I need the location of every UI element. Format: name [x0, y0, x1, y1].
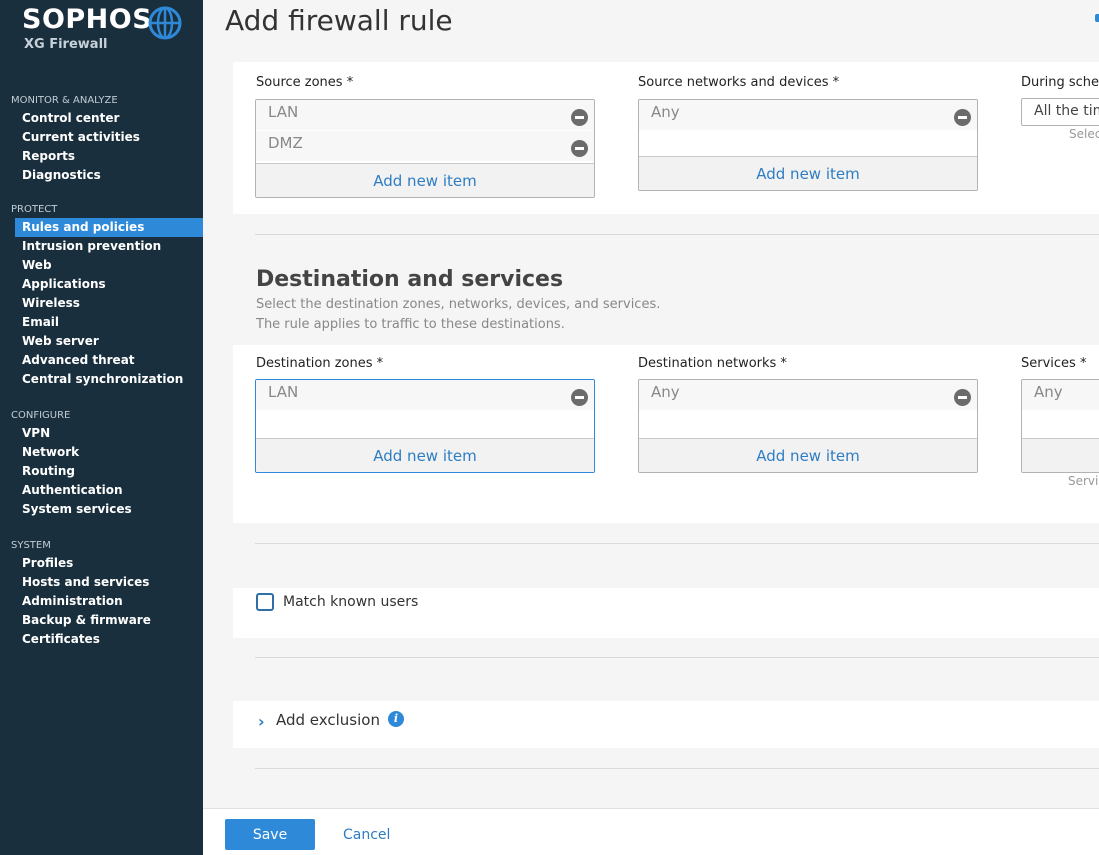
nav-heading: PROTECT — [11, 204, 58, 215]
section-title: Destination and services — [256, 267, 564, 292]
sidebar-item-central-synchronization[interactable]: Central synchronization — [0, 370, 203, 389]
info-icon[interactable]: i — [388, 711, 404, 727]
source-zones-label: Source zones * — [256, 75, 354, 90]
services-hint: Servic — [1068, 474, 1099, 488]
add-new-item-button[interactable]: Add new item — [639, 156, 977, 190]
divider — [255, 768, 1099, 769]
sidebar-item-network[interactable]: Network — [0, 443, 203, 462]
schedule-hint: Selec — [1069, 127, 1099, 141]
save-button[interactable]: Save — [225, 819, 315, 850]
match-known-users-checkbox[interactable] — [256, 593, 274, 611]
destination-zones-list[interactable]: LAN Add new item — [255, 379, 595, 473]
list-item-label: Any — [1034, 383, 1063, 401]
sidebar-item-system-services[interactable]: System services — [0, 500, 203, 519]
services-list[interactable]: Any — [1021, 379, 1099, 473]
add-new-item-button[interactable]: Add new item — [256, 438, 594, 472]
list-item-label: LAN — [268, 383, 299, 401]
schedule-select[interactable]: All the tim — [1021, 98, 1099, 126]
sidebar-item-reports[interactable]: Reports — [0, 147, 203, 166]
match-known-users-label: Match known users — [283, 594, 419, 610]
add-new-item-button[interactable] — [1022, 438, 1099, 472]
globe-icon — [148, 6, 182, 40]
divider — [255, 543, 1099, 544]
divider — [255, 657, 1099, 658]
add-new-item-button[interactable]: Add new item — [256, 163, 594, 197]
remove-icon[interactable] — [571, 109, 588, 126]
divider — [255, 234, 1099, 235]
sidebar-item-profiles[interactable]: Profiles — [0, 554, 203, 573]
sidebar-item-wireless[interactable]: Wireless — [0, 294, 203, 313]
services-label: Services * — [1021, 356, 1087, 371]
destination-networks-list[interactable]: Any Add new item — [638, 379, 978, 473]
list-item: DMZ — [256, 131, 594, 162]
brand-name: SOPHOS — [22, 4, 153, 35]
sidebar-item-rules-and-policies[interactable]: Rules and policies — [15, 218, 203, 237]
schedule-value: All the tim — [1034, 103, 1099, 119]
sidebar-item-control-center[interactable]: Control center — [0, 109, 203, 128]
page-title: Add firewall rule — [225, 4, 453, 37]
section-description: Select the destination zones, networks, … — [256, 297, 661, 312]
sidebar-item-advanced-threat[interactable]: Advanced threat — [0, 351, 203, 370]
sidebar-item-vpn[interactable]: VPN — [0, 424, 203, 443]
sidebar-item-intrusion-prevention[interactable]: Intrusion prevention — [0, 237, 203, 256]
sidebar-item-web[interactable]: Web — [0, 256, 203, 275]
add-new-item-button[interactable]: Add new item — [639, 438, 977, 472]
remove-icon[interactable] — [954, 109, 971, 126]
list-item: Any — [639, 100, 977, 131]
sidebar-item-email[interactable]: Email — [0, 313, 203, 332]
section-description: The rule applies to traffic to these des… — [256, 317, 565, 332]
add-exclusion-toggle[interactable]: Add exclusion — [276, 711, 380, 729]
footer: Save Cancel — [203, 808, 1099, 855]
list-item: Any — [639, 380, 977, 411]
list-item: LAN — [256, 380, 594, 411]
list-item: LAN — [256, 100, 594, 131]
sidebar-item-web-server[interactable]: Web server — [0, 332, 203, 351]
sidebar-item-current-activities[interactable]: Current activities — [0, 128, 203, 147]
remove-icon[interactable] — [571, 389, 588, 406]
nav-heading: CONFIGURE — [11, 410, 71, 421]
sidebar-item-routing[interactable]: Routing — [0, 462, 203, 481]
schedule-label: During schec — [1021, 75, 1099, 90]
list-item-label: DMZ — [268, 134, 303, 152]
destination-zones-label: Destination zones * — [256, 356, 384, 371]
sophos-logo: SOPHOS XG Firewall — [22, 4, 192, 56]
sidebar-item-applications[interactable]: Applications — [0, 275, 203, 294]
nav-heading: MONITOR & ANALYZE — [11, 95, 118, 106]
header-indicator — [1095, 14, 1099, 22]
nav-heading: SYSTEM — [11, 540, 51, 551]
sidebar: SOPHOS XG Firewall MONITOR & ANALYZE Con… — [0, 0, 203, 855]
nav-section-configure: CONFIGURE VPN Network Routing Authentica… — [0, 408, 203, 519]
page-header: Add firewall rule — [203, 0, 1099, 60]
destination-networks-label: Destination networks * — [638, 356, 787, 371]
sidebar-item-certificates[interactable]: Certificates — [0, 630, 203, 649]
sidebar-item-authentication[interactable]: Authentication — [0, 481, 203, 500]
source-networks-list[interactable]: Any Add new item — [638, 99, 978, 191]
sidebar-item-administration[interactable]: Administration — [0, 592, 203, 611]
source-zones-list[interactable]: LAN DMZ Add new item — [255, 99, 595, 198]
sidebar-item-backup-firmware[interactable]: Backup & firmware — [0, 611, 203, 630]
list-item-label: Any — [651, 383, 680, 401]
remove-icon[interactable] — [954, 389, 971, 406]
list-item: Any — [1022, 380, 1099, 411]
chevron-right-icon[interactable]: › — [258, 712, 265, 731]
product-name: XG Firewall — [24, 37, 108, 52]
nav-section-monitor: MONITOR & ANALYZE Control center Current… — [0, 93, 203, 185]
list-item-label: LAN — [268, 103, 299, 121]
list-item-label: Any — [651, 103, 680, 121]
source-networks-label: Source networks and devices * — [638, 75, 840, 90]
remove-icon[interactable] — [571, 140, 588, 157]
sidebar-item-diagnostics[interactable]: Diagnostics — [0, 166, 203, 185]
nav-section-protect: PROTECT Rules and policies Intrusion pre… — [0, 202, 203, 389]
nav-section-system: SYSTEM Profiles Hosts and services Admin… — [0, 538, 203, 649]
cancel-button[interactable]: Cancel — [343, 827, 390, 843]
sidebar-item-hosts-and-services[interactable]: Hosts and services — [0, 573, 203, 592]
